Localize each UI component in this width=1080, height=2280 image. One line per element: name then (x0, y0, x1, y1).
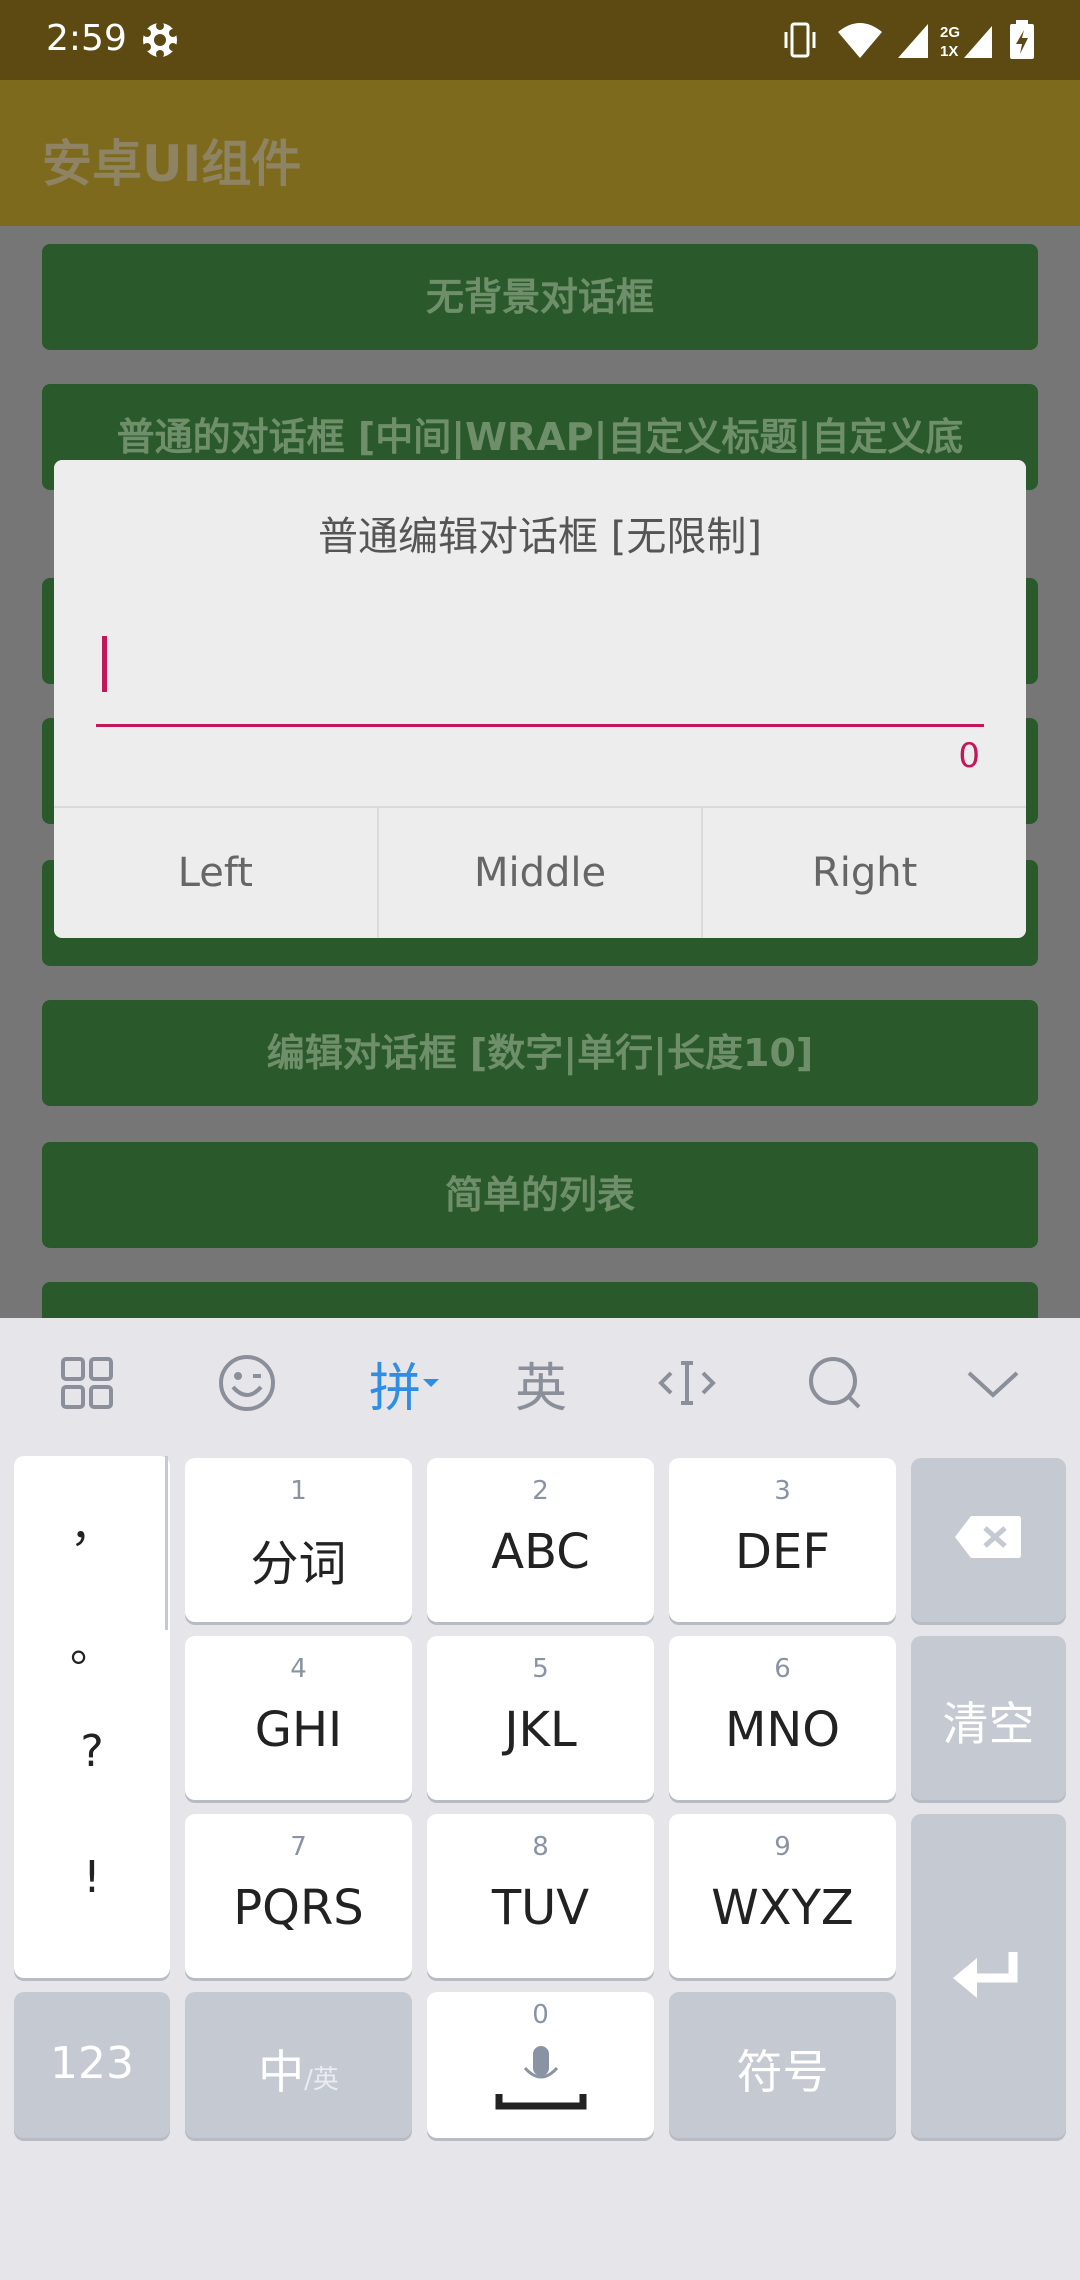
space-key[interactable]: 0 (427, 1992, 654, 2138)
status-bar: 2:59 2G 1X (0, 0, 1080, 80)
grid-menu-icon[interactable] (52, 1348, 122, 1418)
keyboard-toolbar: 拼 英 (0, 1318, 1080, 1448)
soccer-ball-icon (143, 22, 177, 58)
list-button[interactable]: 简单的列表 (42, 1142, 1038, 1248)
emoji-icon[interactable] (212, 1348, 282, 1418)
status-time: 2:59 (46, 18, 127, 59)
lang-main-label: 中 (258, 2045, 305, 2099)
char-counter: 0 (958, 736, 980, 776)
key-6[interactable]: 6 MNO (669, 1636, 896, 1800)
numbers-key[interactable]: 123 (14, 1992, 170, 2138)
backspace-key[interactable] (911, 1458, 1066, 1622)
punct-comma[interactable]: ， (14, 1490, 170, 1554)
key-label: PQRS (233, 1880, 364, 1936)
key-number: 8 (532, 1832, 549, 1862)
key-number: 1 (290, 1476, 307, 1506)
wifi-icon (838, 23, 882, 58)
dialog-text-input[interactable] (96, 636, 984, 692)
dialog-title: 普通编辑对话框 [无限制] (318, 514, 762, 560)
punct-period[interactable]: 。 (14, 1610, 170, 1674)
symbols-key[interactable]: 符号 (669, 1992, 896, 2138)
key-label: WXYZ (711, 1880, 854, 1936)
cell-signal-icon (898, 24, 928, 58)
edit-dialog: 普通编辑对话框 [无限制] 0 Left Middle Right (54, 460, 1026, 938)
key-9[interactable]: 9 WXYZ (669, 1814, 896, 1978)
punct-question[interactable]: ? (14, 1726, 170, 1777)
enter-key[interactable] (911, 1814, 1066, 2138)
numbers-label: 123 (50, 2038, 134, 2089)
lang-sub-label: /英 (304, 2065, 339, 2095)
clear-label: 清空 (942, 1697, 1035, 1751)
list-button[interactable]: 无背景对话框 (42, 244, 1038, 350)
key-number: 9 (774, 1832, 791, 1862)
list-button[interactable]: 编辑对话框 [数字|单行|长度10] (42, 1000, 1038, 1106)
key-2[interactable]: 2 ABC (427, 1458, 654, 1622)
left-button[interactable]: Left (54, 808, 379, 938)
collapse-keyboard-icon[interactable] (958, 1348, 1028, 1418)
cell-signal-2g-icon: 2G 1X (940, 24, 992, 60)
right-button[interactable]: Right (703, 808, 1026, 938)
pinyin-label: 拼 (368, 1358, 421, 1419)
key-8[interactable]: 8 TUV (427, 1814, 654, 1978)
key-label: ABC (491, 1524, 590, 1580)
text-cursor (102, 636, 107, 692)
vibrate-icon (784, 22, 816, 58)
key-number: 2 (532, 1476, 549, 1506)
punct-exclaim[interactable]: ! (14, 1852, 170, 1903)
key-label: 分词 (250, 1536, 347, 1592)
enter-icon (953, 1952, 1018, 1998)
soft-keyboard: 拼 英 ， 。 ? ! 1 分词 2 ABC 3 DEF 4 GHI 5 JKL… (0, 1318, 1080, 2280)
clear-key[interactable]: 清空 (911, 1636, 1066, 1800)
key-label: JKL (504, 1702, 577, 1758)
svg-text:1X: 1X (940, 43, 958, 60)
svg-text:2G: 2G (940, 24, 960, 41)
battery-charging-icon (1010, 20, 1034, 59)
search-icon[interactable] (800, 1348, 870, 1418)
backspace-icon (955, 1516, 1021, 1558)
key-number: 5 (532, 1654, 549, 1684)
key-number: 3 (774, 1476, 791, 1506)
key-3[interactable]: 3 DEF (669, 1458, 896, 1622)
key-7[interactable]: 7 PQRS (185, 1814, 412, 1978)
app-title: 安卓UI组件 (42, 135, 302, 193)
english-mode-tab[interactable]: 英 (506, 1348, 576, 1419)
dialog-button-row: Left Middle Right (54, 806, 1026, 938)
symbols-label: 符号 (736, 2045, 829, 2099)
english-label: 英 (514, 1358, 567, 1419)
cursor-move-icon[interactable] (652, 1348, 722, 1418)
key-label: TUV (491, 1880, 590, 1936)
language-toggle-label: 中/英 (185, 2036, 412, 2102)
app-bar: 安卓UI组件 (0, 80, 1080, 226)
key-label: GHI (254, 1702, 343, 1758)
key-4[interactable]: 4 GHI (185, 1636, 412, 1800)
space-number: 0 (532, 2000, 549, 2030)
key-number: 4 (290, 1654, 307, 1684)
key-number: 6 (774, 1654, 791, 1684)
key-1[interactable]: 1 分词 (185, 1458, 412, 1622)
key-label: MNO (724, 1702, 841, 1758)
input-underline (96, 724, 984, 727)
language-toggle-key[interactable]: 中/英 (185, 1992, 412, 2138)
punctuation-column[interactable]: ， 。 ? ! (14, 1456, 170, 1978)
pinyin-mode-tab[interactable]: 拼 (360, 1348, 450, 1419)
key-label: DEF (735, 1524, 830, 1580)
microphone-icon (495, 2046, 587, 2110)
key-5[interactable]: 5 JKL (427, 1636, 654, 1800)
key-number: 7 (290, 1832, 307, 1862)
middle-button[interactable]: Middle (379, 808, 704, 938)
dropdown-arrow-icon (423, 1379, 439, 1387)
